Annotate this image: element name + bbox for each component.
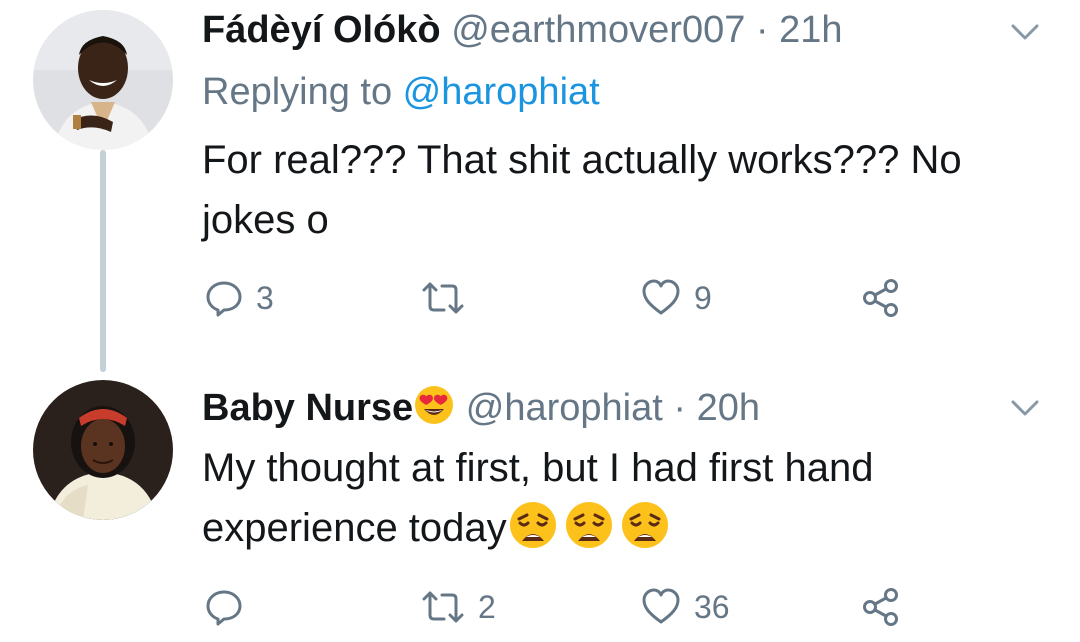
heart-eyes-emoji xyxy=(415,386,454,424)
heart-icon xyxy=(642,588,680,624)
share-button[interactable] xyxy=(860,582,902,632)
share-icon xyxy=(863,588,898,626)
like-count: 9 xyxy=(694,279,712,316)
like-button[interactable]: 36 xyxy=(640,582,730,632)
avatar[interactable] xyxy=(33,380,173,520)
tweet-actions: 2 36 xyxy=(202,582,962,632)
reply-icon xyxy=(206,590,242,626)
tweet-text-line: My thought at first, but I had first han… xyxy=(202,446,874,490)
timestamp[interactable]: 20h xyxy=(697,387,760,429)
display-name[interactable]: Fádèyí Olókò xyxy=(202,9,441,51)
separator-dot: · xyxy=(755,9,769,51)
retweet-button[interactable] xyxy=(420,273,478,323)
tweet-text-line: For real??? That shit actually works??? … xyxy=(202,138,962,182)
reply-button[interactable]: 3 xyxy=(204,273,274,323)
retweet-count: 2 xyxy=(478,588,496,625)
user-handle[interactable]: @earthmover007 xyxy=(451,9,745,51)
replying-prefix: Replying to xyxy=(202,71,403,113)
chevron-down-icon[interactable] xyxy=(1010,398,1040,418)
share-button[interactable] xyxy=(860,273,902,323)
avatar[interactable] xyxy=(33,10,173,150)
like-button[interactable]: 9 xyxy=(640,273,712,323)
weary-face-emoji xyxy=(509,502,556,548)
user-handle[interactable]: @harophiat xyxy=(466,387,663,429)
tweet-2[interactable]: Baby Nurse @harophiat · 20h My thought a… xyxy=(0,370,1080,642)
tweet-text: My thought at first, but I had first han… xyxy=(202,438,1062,558)
separator-dot: · xyxy=(673,387,687,429)
retweet-icon xyxy=(422,282,464,314)
tweet-text: For real??? That shit actually works??? … xyxy=(202,130,1062,250)
reply-icon xyxy=(206,281,242,317)
weary-face-emoji xyxy=(565,502,612,548)
like-count: 36 xyxy=(694,588,730,625)
retweet-icon xyxy=(422,591,464,623)
tweet-1[interactable]: Fádèyí Olókò @earthmover007 · 21h Replyi… xyxy=(0,0,1080,340)
tweet-actions: 3 9 xyxy=(202,273,962,323)
retweet-button[interactable]: 2 xyxy=(420,582,496,632)
weary-face-emoji xyxy=(621,502,668,548)
chevron-down-icon[interactable] xyxy=(1010,22,1040,42)
tweet-text-line: jokes o xyxy=(202,198,329,242)
reply-button[interactable] xyxy=(204,582,256,632)
timestamp[interactable]: 21h xyxy=(779,9,842,51)
replying-to: Replying to @harophiat xyxy=(202,70,600,114)
mention-link[interactable]: @harophiat xyxy=(403,71,600,113)
tweet-text-fragment: experience today xyxy=(202,506,507,550)
heart-icon xyxy=(642,279,680,315)
tweet-text-line: experience today xyxy=(202,498,1062,558)
share-icon xyxy=(863,279,898,317)
display-name[interactable]: Baby Nurse xyxy=(202,387,413,429)
tweet-header: Fádèyí Olókò @earthmover007 · 21h xyxy=(202,8,843,52)
tweet-header: Baby Nurse @harophiat · 20h xyxy=(202,384,760,430)
reply-count: 3 xyxy=(256,279,274,316)
